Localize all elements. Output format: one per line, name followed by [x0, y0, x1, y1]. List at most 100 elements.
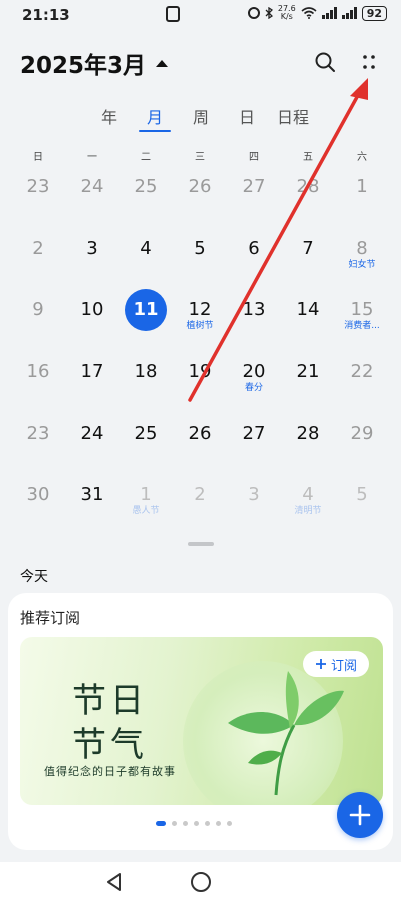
day-number: 18	[134, 361, 158, 382]
carousel-dot[interactable]	[194, 821, 199, 826]
day-number: 4	[140, 238, 152, 259]
carousel-dot[interactable]	[156, 821, 166, 826]
today-section-label: 今天	[20, 569, 48, 585]
day-cell[interactable]: 27	[228, 170, 280, 224]
holiday-label: 清明节	[294, 506, 322, 516]
bluetooth-icon	[265, 7, 273, 19]
day-number: 17	[80, 361, 104, 382]
carousel-indicator	[156, 821, 232, 826]
day-cell[interactable]: 16	[12, 355, 64, 409]
tab-month[interactable]: 月	[135, 104, 175, 128]
weekday-label: 日	[33, 152, 43, 163]
home-circle-icon[interactable]	[191, 872, 211, 892]
day-cell[interactable]: 30	[12, 478, 64, 532]
day-cell[interactable]: 6	[228, 232, 280, 286]
back-triangle-icon[interactable]	[104, 872, 124, 892]
weekday-label: 一	[87, 152, 97, 163]
day-number: 19	[188, 361, 212, 382]
day-cell[interactable]: 26	[174, 417, 226, 471]
carousel-dot[interactable]	[183, 821, 188, 826]
carousel-dot[interactable]	[172, 821, 177, 826]
day-cell[interactable]: 13	[228, 293, 280, 347]
day-cell[interactable]: 8 妇女节	[336, 232, 388, 286]
weekday-label: 五	[303, 152, 313, 163]
day-cell[interactable]: 24	[66, 170, 118, 224]
day-cell[interactable]: 14	[282, 293, 334, 347]
day-cell[interactable]: 7	[282, 232, 334, 286]
carousel-dot[interactable]	[205, 821, 210, 826]
tab-year[interactable]: 年	[89, 104, 129, 128]
day-number: 3	[86, 238, 98, 259]
day-cell[interactable]: 3	[66, 232, 118, 286]
day-cell[interactable]: 23	[12, 417, 64, 471]
festival-banner[interactable]: 节日 节气 值得纪念的日子都有故事 订阅	[20, 637, 383, 805]
tab-day[interactable]: 日	[227, 104, 267, 128]
day-cell[interactable]: 25	[120, 170, 172, 224]
month-selector[interactable]: 2025年3月	[20, 46, 169, 80]
view-tabs: 年 月 周 日 日程	[0, 104, 401, 132]
day-cell[interactable]: 12 植树节	[174, 293, 226, 347]
day-cell[interactable]: 5	[174, 232, 226, 286]
holiday-label: 消费者...	[344, 321, 380, 331]
drag-handle[interactable]	[188, 542, 214, 546]
status-bar: 21:13 27.6 K/s 92	[0, 0, 401, 30]
day-cell[interactable]: 26	[174, 170, 226, 224]
day-number: 5	[194, 238, 206, 259]
day-number: 26	[188, 423, 212, 444]
day-cell[interactable]: 29	[336, 417, 388, 471]
day-cell[interactable]: 15 消费者...	[336, 293, 388, 347]
tea-leaf-illustration	[228, 671, 344, 796]
day-cell[interactable]: 1	[336, 170, 388, 224]
day-cell[interactable]: 10	[66, 293, 118, 347]
day-cell[interactable]: 3	[228, 478, 280, 532]
day-cell[interactable]: 4	[120, 232, 172, 286]
day-number: 22	[350, 361, 374, 382]
day-cell-today[interactable]: 11	[120, 289, 172, 347]
day-number: 31	[80, 484, 104, 505]
day-cell[interactable]: 28	[282, 417, 334, 471]
day-cell[interactable]: 17	[66, 355, 118, 409]
search-icon	[315, 52, 335, 72]
day-cell[interactable]: 20 春分	[228, 355, 280, 409]
day-cell[interactable]: 22	[336, 355, 388, 409]
carousel-dot[interactable]	[227, 821, 232, 826]
subscribe-label: 订阅	[330, 658, 357, 674]
search-button[interactable]	[313, 50, 337, 74]
day-cell[interactable]: 19	[174, 355, 226, 409]
day-cell[interactable]: 4 清明节	[282, 478, 334, 532]
day-cell[interactable]: 1 愚人节	[120, 478, 172, 532]
day-cell[interactable]: 23	[12, 170, 64, 224]
day-cell[interactable]: 21	[282, 355, 334, 409]
day-cell[interactable]: 28	[282, 170, 334, 224]
carousel-dot[interactable]	[216, 821, 221, 826]
calendar-header: 2025年3月	[20, 44, 381, 80]
tab-agenda[interactable]: 日程	[273, 104, 313, 128]
day-cell[interactable]: 18	[120, 355, 172, 409]
day-number: 30	[26, 484, 50, 505]
day-cell[interactable]: 27	[228, 417, 280, 471]
tab-week[interactable]: 周	[181, 104, 221, 128]
subscribe-button[interactable]: 订阅	[302, 651, 369, 677]
add-event-button[interactable]	[337, 792, 383, 838]
day-cell[interactable]: 25	[120, 417, 172, 471]
day-cell[interactable]: 2	[174, 478, 226, 532]
day-number: 10	[80, 299, 104, 320]
signal-icon-2	[341, 7, 357, 19]
add-icon	[349, 804, 371, 826]
day-cell[interactable]: 31	[66, 478, 118, 532]
day-number: 28	[296, 423, 320, 444]
day-cell[interactable]: 5	[336, 478, 388, 532]
day-cell[interactable]: 24	[66, 417, 118, 471]
status-time: 21:13	[22, 6, 70, 24]
day-number: 4	[302, 484, 314, 505]
more-button[interactable]	[357, 50, 381, 74]
weekday-label: 三	[195, 152, 205, 163]
day-cell[interactable]: 2	[12, 232, 64, 286]
day-cell[interactable]: 9	[12, 293, 64, 347]
day-number: 5	[356, 484, 368, 505]
day-number: 27	[242, 176, 266, 197]
day-number: 1	[140, 484, 152, 505]
active-tab-indicator	[139, 130, 171, 132]
network-speed: 27.6 K/s	[278, 5, 296, 21]
day-number: 9	[32, 299, 44, 320]
